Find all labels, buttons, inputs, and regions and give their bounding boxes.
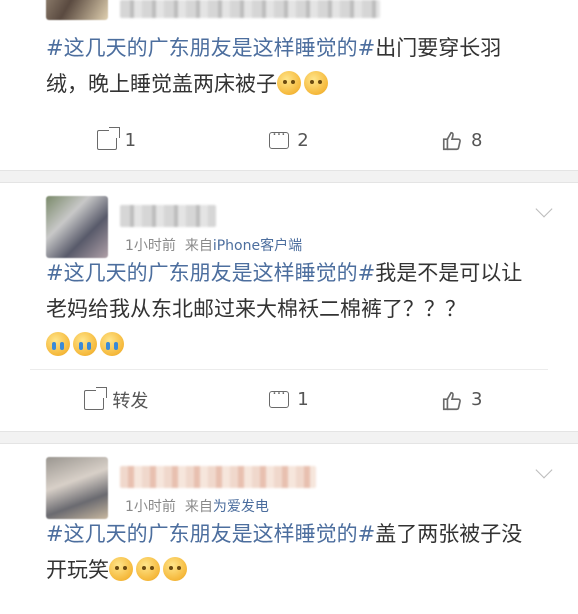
repost-count: 1 (124, 129, 137, 151)
post-time: 1小时前 (125, 499, 176, 515)
post-text: #这几天的广东朋友是这样睡觉的#我是不是可以让老妈给我从东北邮过来大棉袄二棉裤了… (0, 255, 578, 363)
emoji-icon (304, 71, 328, 95)
post-header: 1小时前 来自iPhone客户端 (0, 183, 578, 258)
post-separator (0, 431, 578, 444)
crying-emoji-icon (73, 332, 97, 356)
source-link[interactable]: iPhone客户端 (213, 238, 302, 254)
source-prefix: 来自 (184, 499, 213, 515)
source-link[interactable]: 为爱发电 (213, 499, 269, 515)
thumbs-up-icon (441, 130, 463, 151)
post-card: #这几天的广东朋友是这样睡觉的#出门要穿长羽绒，晚上睡觉盖两床被子 1 2 8 (0, 0, 578, 170)
source-prefix: 来自 (184, 238, 213, 254)
post-card: 1小时前 来自iPhone客户端 #这几天的广东朋友是这样睡觉的#我是不是可以让… (0, 183, 578, 431)
emoji-icon (136, 557, 160, 581)
emoji-icon (109, 557, 133, 581)
avatar[interactable] (46, 0, 108, 20)
comment-icon (269, 127, 290, 149)
post-text: #这几天的广东朋友是这样睡觉的#盖了两张被子没开玩笑 (0, 516, 578, 588)
like-button[interactable]: 8 (375, 130, 548, 151)
emoji-icon (163, 557, 187, 581)
avatar[interactable] (46, 196, 108, 258)
repost-button[interactable]: 转发 (30, 386, 203, 413)
like-count: 8 (470, 129, 483, 151)
comment-count: 2 (297, 129, 309, 151)
username[interactable] (120, 205, 216, 227)
action-bar: 转发 1 3 (30, 369, 548, 429)
post-card: 1小时前 来自为爱发电 #这几天的广东朋友是这样睡觉的#盖了两张被子没开玩笑 (0, 444, 578, 614)
share-icon (96, 127, 120, 150)
crying-emoji-icon (100, 332, 124, 356)
comment-count: 1 (297, 389, 309, 410)
username[interactable] (120, 0, 380, 18)
thumbs-up-icon (441, 390, 463, 410)
emoji-icon (277, 71, 301, 95)
hashtag-link[interactable]: #这几天的广东朋友是这样睡觉的# (46, 261, 375, 285)
comment-icon (269, 386, 290, 408)
post-separator (0, 170, 578, 183)
comment-button[interactable]: 1 (203, 386, 376, 410)
post-meta: 1小时前 来自为爱发电 (125, 496, 269, 516)
chevron-down-icon[interactable] (535, 461, 553, 479)
weibo-feed: #这几天的广东朋友是这样睡觉的#出门要穿长羽绒，晚上睡觉盖两床被子 1 2 8 (0, 0, 578, 614)
post-meta: 1小时前 来自iPhone客户端 (125, 235, 302, 255)
repost-button[interactable]: 1 (30, 127, 203, 151)
post-time: 1小时前 (125, 238, 176, 254)
username[interactable] (120, 466, 316, 488)
avatar[interactable] (46, 457, 108, 519)
chevron-down-icon[interactable] (535, 200, 553, 218)
like-count: 3 (470, 389, 483, 410)
action-bar: 1 2 8 (30, 110, 548, 170)
like-button[interactable]: 3 (375, 389, 548, 410)
crying-emoji-icon (46, 332, 70, 356)
hashtag-link[interactable]: #这几天的广东朋友是这样睡觉的# (46, 36, 375, 60)
hashtag-link[interactable]: #这几天的广东朋友是这样睡觉的# (46, 522, 375, 546)
repost-label: 转发 (112, 390, 149, 412)
share-icon (84, 386, 108, 410)
comment-button[interactable]: 2 (203, 127, 376, 151)
post-header: 1小时前 来自为爱发电 (0, 444, 578, 519)
